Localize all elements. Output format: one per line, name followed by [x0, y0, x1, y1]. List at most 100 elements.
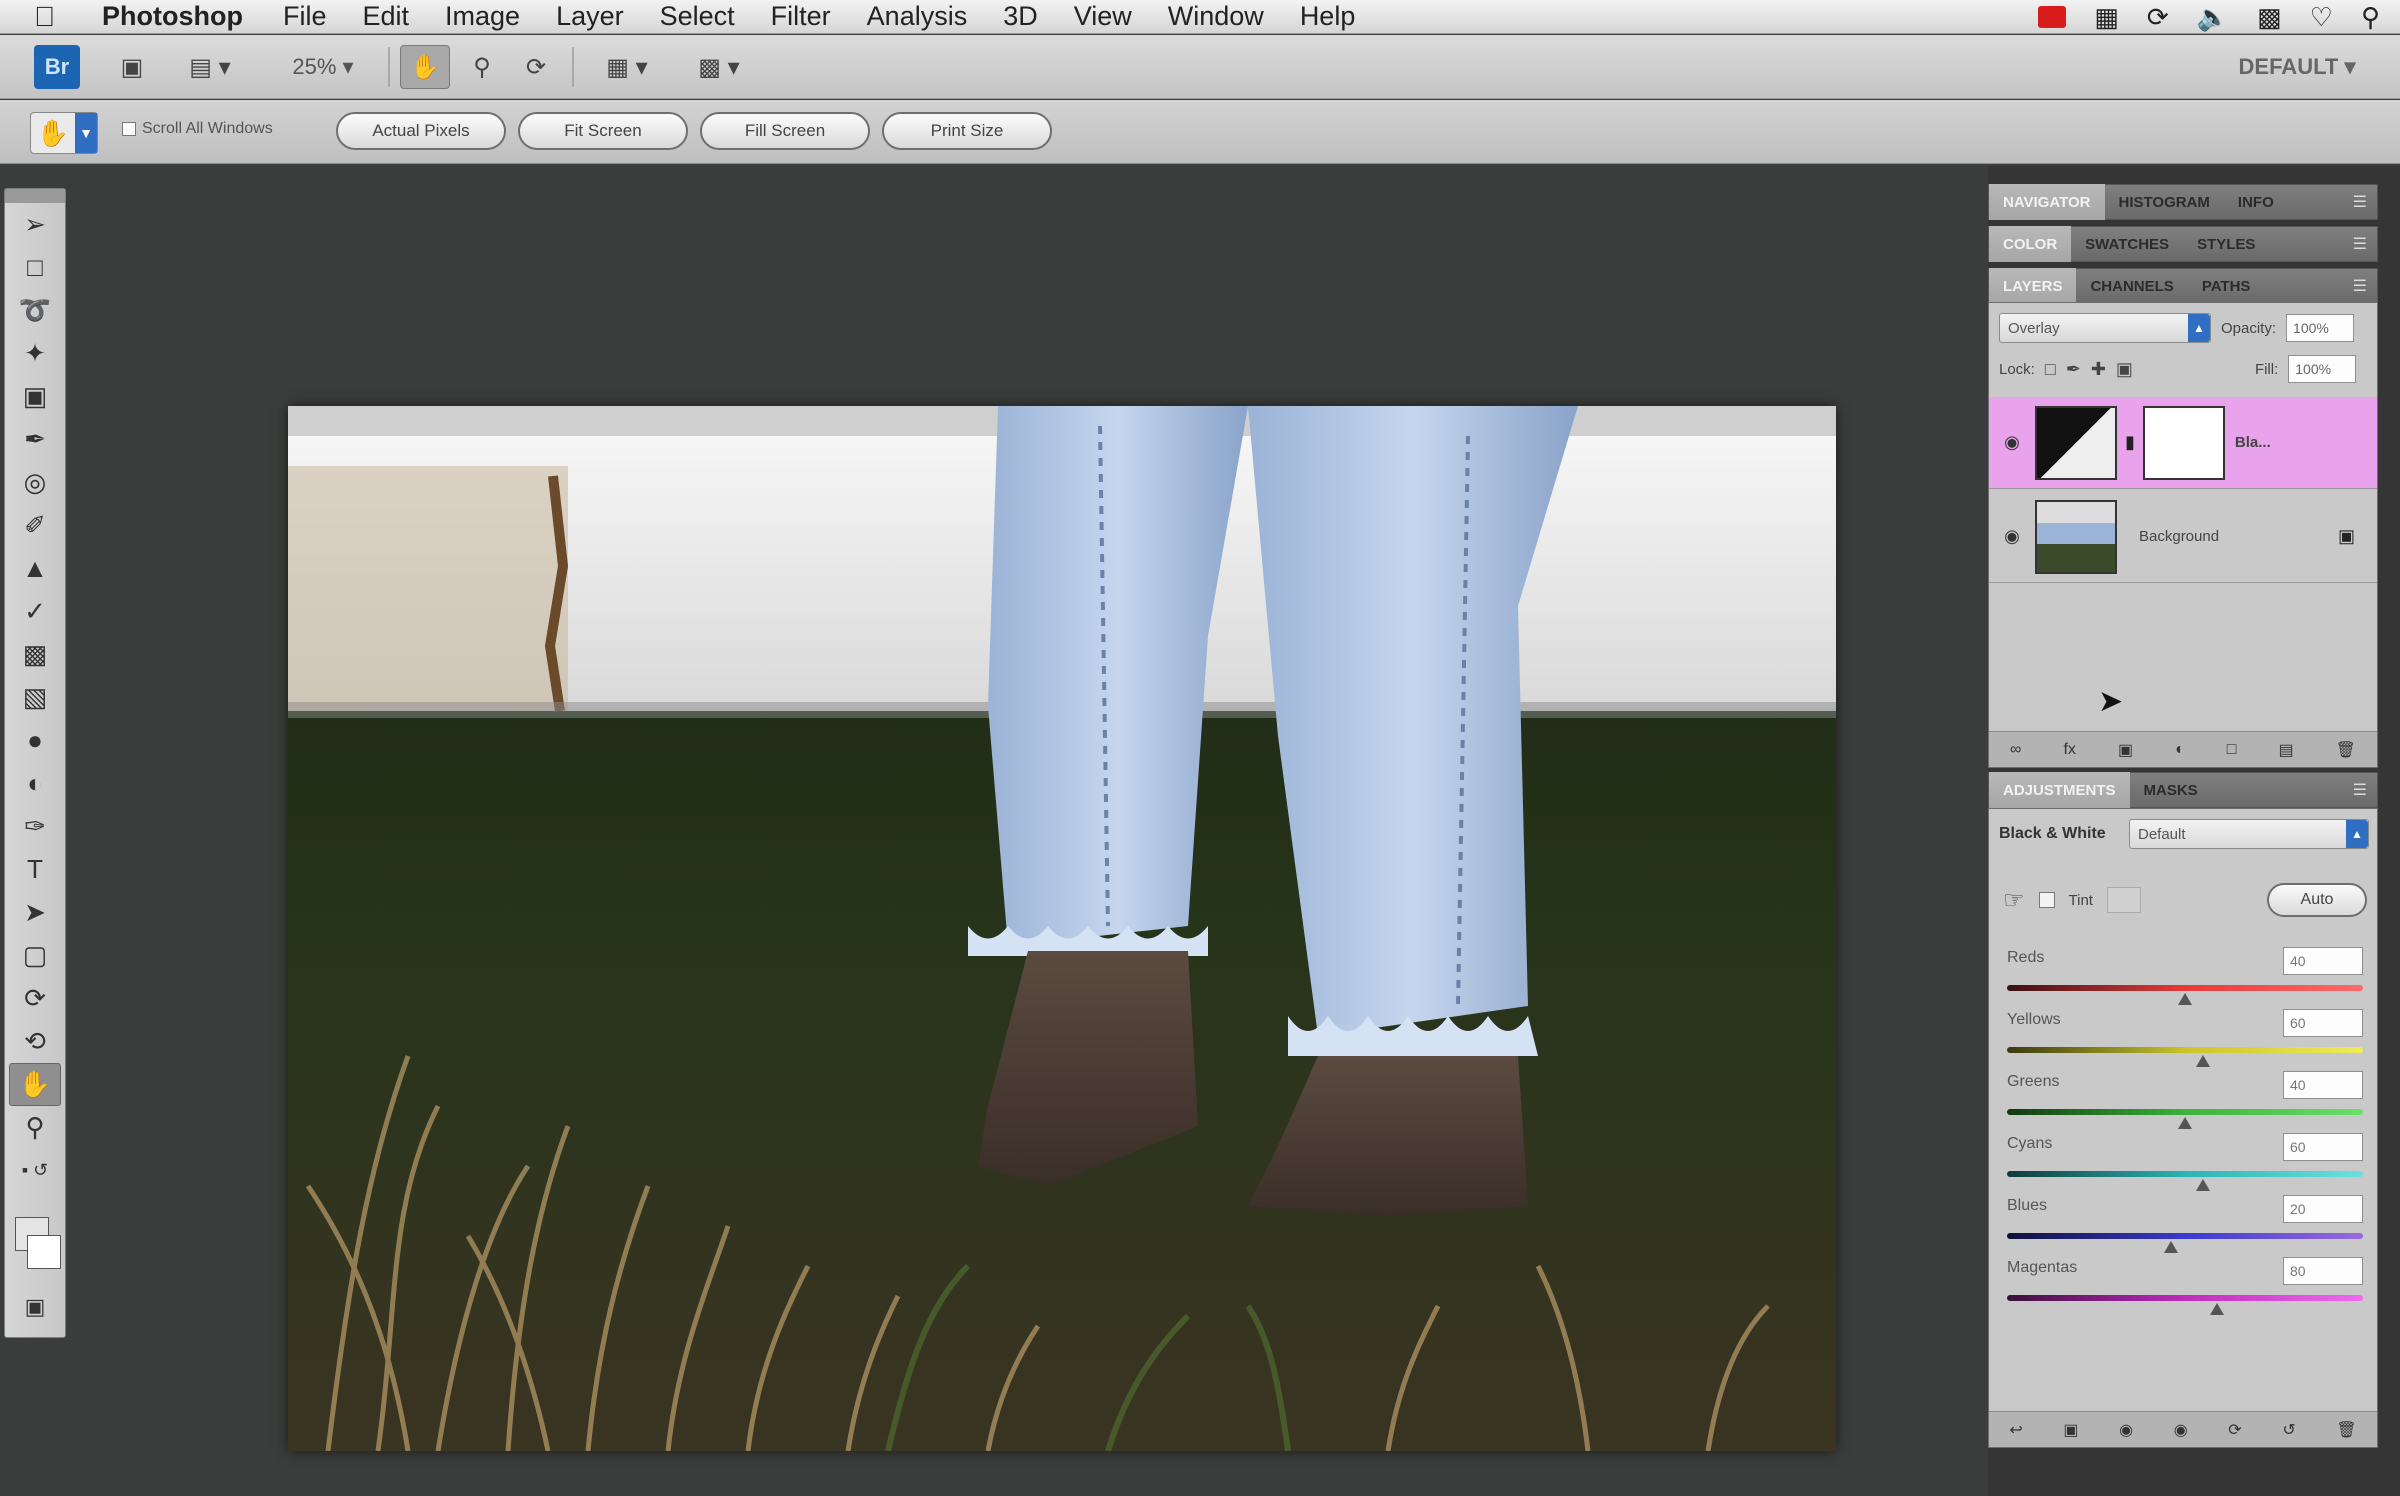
rotate-view-icon[interactable]: ⟳: [514, 45, 558, 89]
slider-knob[interactable]: [2195, 1055, 2210, 1067]
panel-menu-icon[interactable]: ☰: [2353, 276, 2367, 296]
zoom-tool-icon[interactable]: ⚲: [460, 45, 504, 89]
bridge-launch-button[interactable]: Br: [34, 45, 80, 89]
trash-icon[interactable]: 🗑: [2336, 1420, 2356, 1440]
menu-filter[interactable]: Filter: [771, 1, 831, 32]
lasso-tool-icon[interactable]: ➰: [5, 289, 65, 332]
slider-track[interactable]: [2007, 985, 2363, 991]
slider-track[interactable]: [2007, 1047, 2363, 1053]
slider-greens[interactable]: Greens 40: [2007, 1071, 2367, 1135]
crop-tool-icon[interactable]: ▣: [5, 375, 65, 418]
spotlight-search-icon[interactable]: ⚲: [2361, 2, 2380, 33]
brush-tool-icon[interactable]: ✐: [5, 504, 65, 547]
quick-selection-tool-icon[interactable]: ✦: [5, 332, 65, 375]
slider-reds[interactable]: Reds 40: [2007, 947, 2367, 1011]
link-layers-icon[interactable]: ∞: [2010, 741, 2021, 759]
tint-checkbox[interactable]: [2038, 892, 2055, 908]
hand-tool-icon[interactable]: ✋: [400, 45, 450, 89]
panel-menu-icon[interactable]: ☰: [2353, 780, 2367, 800]
slider-track[interactable]: [2007, 1295, 2363, 1301]
tab-histogram[interactable]: HISTOGRAM: [2105, 184, 2224, 220]
dodge-tool-icon[interactable]: ◐: [5, 762, 65, 805]
document-image[interactable]: [288, 406, 1836, 1451]
slider-yellows[interactable]: Yellows 60: [2007, 1009, 2367, 1073]
layer-row-background[interactable]: ◉ Background ▣: [1989, 491, 2377, 583]
slider-track[interactable]: [2007, 1171, 2363, 1177]
blend-mode-select[interactable]: Overlay ▲: [1999, 313, 2211, 343]
adjustment-layer-icon[interactable]: ◐: [2175, 741, 2185, 759]
slider-value-field[interactable]: 40: [2283, 1071, 2363, 1099]
mini-bridge-icon[interactable]: ▣: [110, 45, 154, 89]
display-icon[interactable]: ▩: [2257, 2, 2282, 33]
scroll-all-windows-option[interactable]: Scroll All Windows: [122, 120, 273, 138]
healing-brush-tool-icon[interactable]: ◎: [5, 461, 65, 504]
add-mask-icon[interactable]: ▣: [2118, 740, 2133, 760]
slider-value-field[interactable]: 60: [2283, 1133, 2363, 1161]
tab-color[interactable]: COLOR: [1989, 226, 2072, 262]
slider-value-field[interactable]: 60: [2283, 1009, 2363, 1037]
slider-track[interactable]: [2007, 1233, 2363, 1239]
sync-icon[interactable]: ⟳: [2147, 2, 2169, 33]
type-tool-icon[interactable]: T: [5, 848, 65, 891]
slider-blues[interactable]: Blues 20: [2007, 1195, 2367, 1259]
3d-orbit-tool-icon[interactable]: ⟲: [5, 1020, 65, 1063]
scroll-all-windows-checkbox[interactable]: [122, 122, 136, 136]
arrange-documents-icon[interactable]: ▦ ▾: [592, 45, 662, 89]
slider-knob[interactable]: [2178, 1117, 2192, 1129]
pen-tool-icon[interactable]: ✑: [5, 805, 65, 848]
screen-mode-icon[interactable]: ▩ ▾: [684, 45, 754, 89]
reset-icon[interactable]: ↺: [2282, 1420, 2295, 1440]
layer-row-adjustment[interactable]: ◉ ▮ Bla...: [1989, 397, 2377, 489]
hand-tool-icon[interactable]: ✋: [9, 1063, 61, 1106]
slider-knob[interactable]: [2163, 1241, 2178, 1253]
path-selection-tool-icon[interactable]: ➤: [5, 891, 65, 934]
trash-icon[interactable]: 🗑: [2336, 740, 2356, 760]
history-brush-tool-icon[interactable]: ✓: [5, 590, 65, 633]
move-tool-icon[interactable]: ➢: [5, 203, 65, 246]
document-canvas-area[interactable]: [70, 166, 1986, 1496]
panel-menu-icon[interactable]: ☰: [2353, 192, 2367, 212]
apple-icon[interactable]: : [34, 1, 78, 33]
blur-tool-icon[interactable]: ●: [5, 719, 65, 762]
tab-masks[interactable]: MASKS: [2130, 772, 2212, 808]
layer-name[interactable]: Background: [2139, 528, 2219, 545]
recording-icon[interactable]: [2038, 6, 2067, 28]
menu-edit[interactable]: Edit: [363, 1, 410, 32]
menu-layer[interactable]: Layer: [556, 1, 624, 32]
volume-icon[interactable]: 🔈: [2197, 2, 2229, 33]
gradient-tool-icon[interactable]: ▧: [5, 676, 65, 719]
slider-track[interactable]: [2007, 1109, 2363, 1115]
menu-select[interactable]: Select: [660, 1, 735, 32]
new-group-icon[interactable]: □: [2227, 741, 2237, 759]
eraser-tool-icon[interactable]: ▩: [5, 633, 65, 676]
eyedropper-tool-icon[interactable]: ✒: [5, 418, 65, 461]
tab-adjustments[interactable]: ADJUSTMENTS: [1989, 772, 2130, 808]
menu-help[interactable]: Help: [1300, 1, 1356, 32]
shape-tool-icon[interactable]: ▢: [5, 934, 65, 977]
tab-swatches[interactable]: SWATCHES: [2071, 226, 2183, 262]
tab-paths[interactable]: PATHS: [2188, 268, 2265, 304]
tab-navigator[interactable]: NAVIGATOR: [1989, 184, 2105, 220]
slider-knob[interactable]: [2195, 1179, 2210, 1191]
fill-screen-button[interactable]: Fill Screen: [700, 112, 870, 150]
slider-magentas[interactable]: Magentas 80: [2007, 1257, 2367, 1321]
quick-mask-icon[interactable]: ▣: [5, 1285, 65, 1328]
print-size-button[interactable]: Print Size: [882, 112, 1052, 150]
menu-window[interactable]: Window: [1168, 1, 1264, 32]
wifi-icon[interactable]: ♡: [2310, 2, 2333, 33]
slider-value-field[interactable]: 40: [2283, 947, 2363, 975]
tab-channels[interactable]: CHANNELS: [2076, 268, 2187, 304]
tint-color-swatch[interactable]: [2106, 887, 2141, 913]
preset-select[interactable]: Default ▲: [2129, 819, 2369, 849]
3d-rotate-tool-icon[interactable]: ⟳: [5, 977, 65, 1020]
previous-state-icon[interactable]: ⟳: [2228, 1420, 2241, 1440]
tab-info[interactable]: INFO: [2224, 184, 2288, 220]
actual-pixels-button[interactable]: Actual Pixels: [336, 112, 506, 150]
menu-analysis[interactable]: Analysis: [867, 1, 968, 32]
lock-image-icon[interactable]: ✒: [2066, 359, 2081, 380]
fill-field[interactable]: 100%: [2288, 355, 2357, 383]
eye-icon[interactable]: ◉: [1989, 432, 2035, 453]
menu-3d[interactable]: 3D: [1003, 1, 1038, 32]
marquee-tool-icon[interactable]: □: [5, 246, 65, 289]
layer-name[interactable]: Bla...: [2235, 434, 2271, 451]
